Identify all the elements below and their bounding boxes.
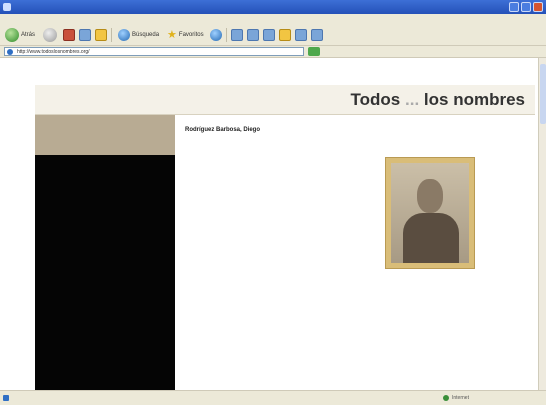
detail-field-label: [200, 321, 415, 329]
detail-field-label: [200, 299, 415, 307]
folder-icon[interactable]: [278, 28, 291, 41]
portrait-photo: [391, 163, 469, 263]
forward-button[interactable]: [41, 26, 59, 44]
detail-field-label: [200, 156, 415, 164]
detail-field-value: [200, 239, 415, 247]
window-titlebar: [0, 0, 546, 14]
go-button[interactable]: [308, 47, 320, 56]
person-name: Rodríguez Barbosa, Diego: [185, 127, 261, 133]
minimize-button[interactable]: [509, 2, 519, 12]
portrait-frame: [385, 157, 475, 269]
site-title: Todos ... los nombres: [351, 90, 525, 110]
print-icon[interactable]: [262, 28, 275, 41]
detail-field-label: [200, 164, 415, 172]
nav-item-4[interactable]: [45, 139, 175, 146]
detail-field-label: [200, 171, 415, 179]
website: Todos ... los nombres Rodríguez Barbosa,…: [35, 85, 535, 390]
detail-field-value: [200, 276, 415, 284]
detail-field-label: [200, 246, 415, 254]
detail-field-value: [200, 216, 415, 224]
discuss-icon[interactable]: [294, 28, 307, 41]
ie-icon: [3, 3, 11, 11]
detail-field-label: [200, 284, 415, 292]
media-icon[interactable]: [209, 28, 222, 41]
sidebar-panel: [35, 155, 175, 390]
toolbar-separator: [111, 27, 113, 42]
status-bar: Internet: [0, 390, 546, 405]
portrait-body: [403, 213, 459, 263]
detail-field-label: [200, 291, 415, 299]
detail-field-value: [200, 209, 415, 217]
nav-item-1[interactable]: [45, 118, 175, 125]
search-icon: [118, 28, 131, 41]
mail-icon[interactable]: [246, 28, 259, 41]
vertical-scrollbar[interactable]: [538, 58, 546, 390]
search-button[interactable]: Búsqueda: [116, 26, 161, 44]
site-header: Todos ... los nombres: [35, 85, 535, 115]
scrollbar-thumb[interactable]: [540, 64, 546, 124]
detail-field-value: [200, 201, 415, 209]
close-button[interactable]: [533, 2, 543, 12]
star-icon: ★: [167, 28, 177, 41]
detail-field-label: [200, 314, 415, 322]
refresh-icon[interactable]: [79, 28, 92, 41]
detail-field-label: [200, 306, 415, 314]
detail-field-label: [200, 194, 415, 202]
detail-field-value: [200, 186, 415, 194]
site-title-middle: ...: [405, 90, 420, 109]
stop-icon[interactable]: [63, 28, 76, 41]
detail-field-value: [200, 179, 415, 187]
portrait-face: [417, 179, 443, 213]
detail-field-value: [200, 261, 415, 269]
history-icon[interactable]: [230, 28, 243, 41]
favorites-button[interactable]: ★ Favoritos: [165, 26, 206, 44]
search-label: Búsqueda: [132, 31, 160, 38]
maximize-button[interactable]: [521, 2, 531, 12]
back-label: Atrás: [21, 31, 36, 38]
address-bar: http://www.todoslosnombres.org/: [0, 46, 546, 58]
person-details: [200, 156, 415, 336]
detail-field-label: [200, 254, 415, 262]
forward-arrow-icon: [43, 27, 58, 42]
address-input[interactable]: http://www.todoslosnombres.org/: [4, 47, 304, 56]
home-icon[interactable]: [95, 28, 108, 41]
back-arrow-icon: [5, 27, 19, 42]
nav-item-5[interactable]: [45, 146, 175, 153]
page-status-icon: [3, 395, 9, 401]
page-viewport: Todos ... los nombres Rodríguez Barbosa,…: [0, 58, 546, 390]
site-title-right: los nombres: [423, 90, 525, 109]
detail-field-value: [200, 269, 415, 277]
detail-field-label: [200, 224, 415, 232]
menu-bar: [0, 14, 546, 24]
detail-field-value: [200, 231, 415, 239]
detail-field-label: [200, 329, 415, 337]
person-record: Rodríguez Barbosa, Diego: [185, 127, 415, 387]
nav-item-3[interactable]: [45, 132, 175, 139]
site-title-left: Todos: [350, 90, 401, 109]
nav-item-2[interactable]: [45, 125, 175, 132]
toolbar-separator: [225, 27, 227, 42]
site-nav: [35, 115, 175, 155]
messenger-icon[interactable]: [310, 28, 323, 41]
window-controls: [509, 2, 543, 12]
security-zone: Internet: [452, 395, 469, 401]
browser-toolbar: Atrás Búsqueda ★ Favoritos: [0, 24, 546, 46]
internet-zone-icon: [443, 395, 449, 401]
favorites-label: Favoritos: [178, 31, 204, 38]
back-button[interactable]: Atrás: [3, 26, 37, 44]
